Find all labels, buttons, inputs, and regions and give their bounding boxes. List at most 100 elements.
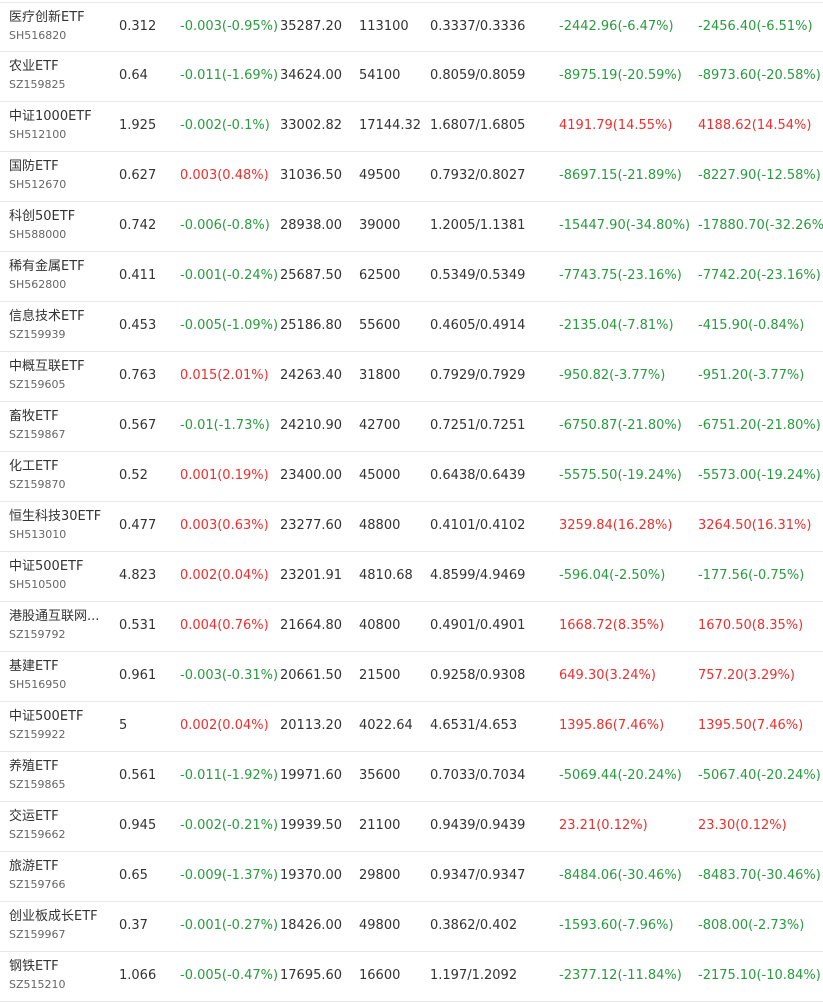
- fund-code: SZ159766: [9, 878, 66, 891]
- fund-name[interactable]: 交运ETF: [9, 808, 103, 826]
- fund-name-cell[interactable]: 交运ETF SZ159662: [9, 808, 109, 843]
- nav-cell: 0.4605/0.4914: [430, 318, 526, 333]
- price-cell: 0.65: [119, 868, 148, 883]
- fund-name-cell[interactable]: 基建ETF SH516950: [9, 658, 109, 693]
- table-row[interactable]: 中概互联ETF SZ159605 0.763 0.015(2.01%) 24263.40…: [0, 352, 823, 402]
- fund-name-cell[interactable]: 国防ETF SH512670: [9, 158, 109, 193]
- fund-name-cell[interactable]: 养殖ETF SZ159865: [9, 758, 109, 793]
- table-row[interactable]: 科创50ETF SH588000 0.742 -0.006(-0.8%) 28938.0…: [0, 202, 823, 252]
- fund-name[interactable]: 信息技术ETF: [9, 308, 103, 326]
- fund-name-cell[interactable]: 化工ETF SZ159870: [9, 458, 109, 493]
- fund-name-cell[interactable]: 稀有金属ETF SH562800: [9, 258, 109, 293]
- fund-name[interactable]: 科创50ETF: [9, 208, 103, 226]
- etf-table: 医疗创新ETF SH516820 0.312 -0.003(-0.95%) 35287.…: [0, 2, 823, 1002]
- change-cell: -0.005(-0.47%): [180, 968, 279, 983]
- table-row[interactable]: 恒生科技30ETF SH513010 0.477 0.003(0.63%) 23277.…: [0, 502, 823, 552]
- table-row[interactable]: 港股通互联网... SZ159792 0.531 0.004(0.76%) 21664.…: [0, 602, 823, 652]
- fund-name-cell[interactable]: 农业ETF SZ159825: [9, 58, 109, 93]
- fund-name-cell[interactable]: 中证1000ETF SH512100: [9, 108, 109, 143]
- premium-cell-2: -415.90(-0.84%): [698, 318, 805, 333]
- fund-name-cell[interactable]: 医疗创新ETF SH516820: [9, 9, 109, 44]
- fund-name-cell[interactable]: 畜牧ETF SZ159867: [9, 408, 109, 443]
- scale-cell: 25186.80: [280, 318, 343, 333]
- shares-cell: 35600: [359, 768, 401, 783]
- premium-cell-1: -8484.06(-30.46%): [559, 868, 682, 883]
- premium-cell-2: -7742.20(-23.16%): [698, 268, 821, 283]
- fund-name[interactable]: 基建ETF: [9, 658, 103, 676]
- fund-name-cell[interactable]: 中概互联ETF SZ159605: [9, 358, 109, 393]
- shares-cell: 49500: [359, 168, 401, 183]
- fund-name[interactable]: 旅游ETF: [9, 858, 103, 876]
- nav-cell: 0.8059/0.8059: [430, 68, 526, 83]
- fund-name[interactable]: 中证500ETF: [9, 558, 103, 576]
- scale-cell: 23201.91: [280, 568, 343, 583]
- change-cell: 0.003(0.48%): [180, 168, 269, 183]
- table-row[interactable]: 中证500ETF SZ159922 5 0.002(0.04%) 20113.20 402…: [0, 702, 823, 752]
- change-cell: -0.005(-1.09%): [180, 318, 279, 333]
- table-row[interactable]: 国防ETF SH512670 0.627 0.003(0.48%) 31036.50 49…: [0, 152, 823, 202]
- table-row[interactable]: 农业ETF SZ159825 0.64 -0.011(-1.69%) 34624.00 5…: [0, 52, 823, 102]
- fund-name-cell[interactable]: 信息技术ETF SZ159939: [9, 308, 109, 343]
- fund-name[interactable]: 钢铁ETF: [9, 958, 103, 976]
- table-row[interactable]: 养殖ETF SZ159865 0.561 -0.011(-1.92%) 19971.60…: [0, 752, 823, 802]
- table-row[interactable]: 创业板成长ETF SZ159967 0.37 -0.001(-0.27%) 18426.…: [0, 902, 823, 952]
- price-cell: 0.453: [119, 318, 157, 333]
- fund-name[interactable]: 医疗创新ETF: [9, 9, 103, 27]
- fund-name[interactable]: 稀有金属ETF: [9, 258, 103, 276]
- table-row[interactable]: 中证500ETF SH510500 4.823 0.002(0.04%) 23201.9…: [0, 552, 823, 602]
- shares-cell: 54100: [359, 68, 401, 83]
- fund-name-cell[interactable]: 旅游ETF SZ159766: [9, 858, 109, 893]
- premium-cell-1: 1668.72(8.35%): [559, 618, 665, 633]
- table-row[interactable]: 基建ETF SH516950 0.961 -0.003(-0.31%) 20661.50…: [0, 652, 823, 702]
- scale-cell: 19971.60: [280, 768, 343, 783]
- premium-cell-2: -808.00(-2.73%): [698, 918, 805, 933]
- fund-name[interactable]: 中证500ETF: [9, 708, 103, 726]
- shares-cell: 29800: [359, 868, 401, 883]
- scale-cell: 24263.40: [280, 368, 343, 383]
- fund-name[interactable]: 养殖ETF: [9, 758, 103, 776]
- fund-name-cell[interactable]: 恒生科技30ETF SH513010: [9, 508, 109, 543]
- premium-cell-1: -5575.50(-19.24%): [559, 468, 682, 483]
- nav-cell: 0.9258/0.9308: [430, 668, 526, 683]
- fund-name[interactable]: 创业板成长ETF: [9, 908, 103, 926]
- table-row[interactable]: 中证1000ETF SH512100 1.925 -0.002(-0.1%) 33002…: [0, 102, 823, 152]
- shares-cell: 39000: [359, 218, 401, 233]
- fund-name[interactable]: 港股通互联网...: [9, 608, 103, 626]
- fund-name[interactable]: 化工ETF: [9, 458, 103, 476]
- table-row[interactable]: 化工ETF SZ159870 0.52 0.001(0.19%) 23400.00 450…: [0, 452, 823, 502]
- table-row[interactable]: 钢铁ETF SZ515210 1.066 -0.005(-0.47%) 17695.60…: [0, 952, 823, 1002]
- price-cell: 0.961: [119, 668, 157, 683]
- premium-cell-1: -950.82(-3.77%): [559, 368, 666, 383]
- fund-name-cell[interactable]: 科创50ETF SH588000: [9, 208, 109, 243]
- fund-code: SZ159967: [9, 928, 66, 941]
- nav-cell: 1.2005/1.1381: [430, 218, 526, 233]
- fund-name[interactable]: 国防ETF: [9, 158, 103, 176]
- shares-cell: 21100: [359, 818, 401, 833]
- fund-name[interactable]: 中概互联ETF: [9, 358, 103, 376]
- table-row[interactable]: 稀有金属ETF SH562800 0.411 -0.001(-0.24%) 25687.…: [0, 252, 823, 302]
- fund-name[interactable]: 农业ETF: [9, 58, 103, 76]
- fund-name-cell[interactable]: 中证500ETF SZ159922: [9, 708, 109, 743]
- premium-cell-2: -2456.40(-6.51%): [698, 19, 813, 34]
- fund-name-cell[interactable]: 创业板成长ETF SZ159967: [9, 908, 109, 943]
- fund-name-cell[interactable]: 中证500ETF SH510500: [9, 558, 109, 593]
- fund-name[interactable]: 中证1000ETF: [9, 108, 103, 126]
- fund-name-cell[interactable]: 钢铁ETF SZ515210: [9, 958, 109, 993]
- price-cell: 0.52: [119, 468, 148, 483]
- table-row[interactable]: 信息技术ETF SZ159939 0.453 -0.005(-1.09%) 25186.…: [0, 302, 823, 352]
- scale-cell: 17695.60: [280, 968, 343, 983]
- table-row[interactable]: 医疗创新ETF SH516820 0.312 -0.003(-0.95%) 35287.…: [0, 2, 823, 52]
- fund-code: SZ159867: [9, 428, 66, 441]
- fund-name-cell[interactable]: 港股通互联网... SZ159792: [9, 608, 109, 643]
- nav-cell: 0.3337/0.3336: [430, 19, 526, 34]
- change-cell: 0.002(0.04%): [180, 718, 269, 733]
- premium-cell-1: -2135.04(-7.81%): [559, 318, 674, 333]
- fund-name[interactable]: 恒生科技30ETF: [9, 508, 103, 526]
- fund-code: SZ159792: [9, 628, 66, 641]
- table-row[interactable]: 交运ETF SZ159662 0.945 -0.002(-0.21%) 19939.50…: [0, 802, 823, 852]
- price-cell: 1.066: [119, 968, 157, 983]
- table-row[interactable]: 畜牧ETF SZ159867 0.567 -0.01(-1.73%) 24210.90 4…: [0, 402, 823, 452]
- fund-name[interactable]: 畜牧ETF: [9, 408, 103, 426]
- table-row[interactable]: 旅游ETF SZ159766 0.65 -0.009(-1.37%) 19370.00 2…: [0, 852, 823, 902]
- scale-cell: 23400.00: [280, 468, 343, 483]
